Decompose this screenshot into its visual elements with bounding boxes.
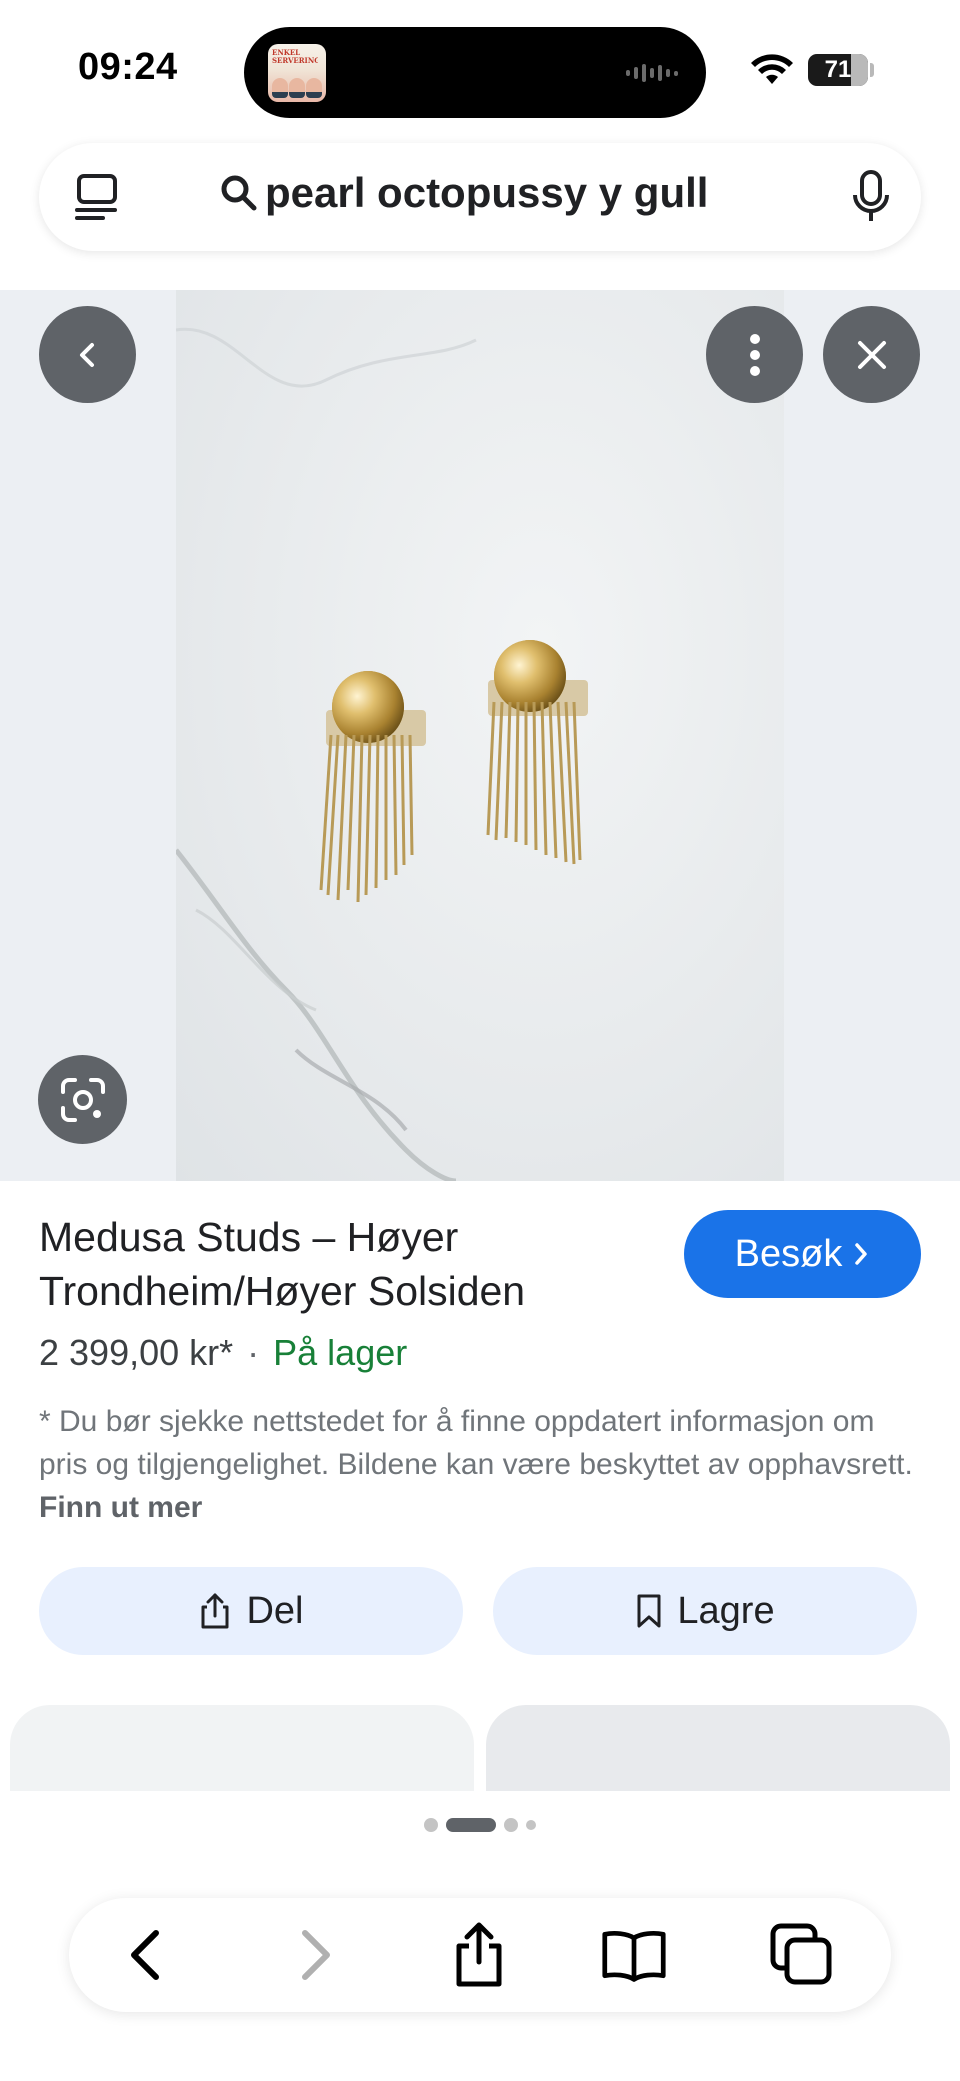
audio-waveform-icon xyxy=(626,63,678,83)
mic-icon[interactable] xyxy=(851,169,891,225)
back-button[interactable] xyxy=(39,306,136,403)
page-dot-active xyxy=(446,1818,496,1832)
tabs-button[interactable] xyxy=(769,1922,835,1988)
stock-status: På lager xyxy=(273,1332,408,1373)
separator-dot: · xyxy=(247,1332,260,1373)
status-time: 09:24 xyxy=(78,46,178,88)
lens-icon xyxy=(60,1077,105,1122)
artwork-person xyxy=(289,78,305,98)
battery-tip xyxy=(870,63,874,77)
search-query-text[interactable]: pearl octopussy y gull xyxy=(265,169,708,217)
share-button[interactable]: Del xyxy=(39,1567,463,1655)
battery-level: 71 xyxy=(824,56,852,83)
related-result-card[interactable] xyxy=(10,1705,474,1791)
back-icon xyxy=(131,1930,159,1980)
page-dot xyxy=(504,1818,518,1832)
chevron-left-icon xyxy=(79,342,94,367)
share-icon xyxy=(456,1922,502,1987)
bookmark-icon xyxy=(637,1594,661,1628)
left-earring xyxy=(319,671,426,903)
chevron-right-icon xyxy=(855,1243,868,1265)
right-earring xyxy=(486,640,588,865)
visit-button-label: Besøk xyxy=(734,1232,843,1275)
visit-button[interactable]: Besøk xyxy=(684,1210,921,1298)
product-image[interactable] xyxy=(176,290,784,1181)
share-label: Del xyxy=(246,1589,304,1632)
svg-text:SERVERING: SERVERING xyxy=(272,56,318,65)
product-photo xyxy=(176,327,588,1181)
battery-icon: 71 xyxy=(808,54,868,86)
forward-icon xyxy=(302,1930,330,1980)
share-icon xyxy=(201,1593,229,1629)
browser-toolbar xyxy=(69,1898,891,2012)
bookmarks-button[interactable] xyxy=(601,1922,667,1988)
image-viewer xyxy=(0,290,960,1181)
more-options-button[interactable] xyxy=(706,306,803,403)
disclaimer: * Du bør sjekke nettstedet for å finne o… xyxy=(39,1400,929,1529)
page-dot xyxy=(424,1818,438,1832)
more-vert-icon xyxy=(749,333,760,376)
save-button[interactable]: Lagre xyxy=(493,1567,917,1655)
now-playing-artwork: ENKEL SERVERING xyxy=(268,44,326,102)
tabs-icon xyxy=(770,1923,832,1985)
back-nav-button[interactable] xyxy=(113,1922,179,1988)
search-bar[interactable]: pearl octopussy y gull xyxy=(39,143,921,251)
price: 2 399,00 kr* xyxy=(39,1332,234,1373)
page-dot xyxy=(526,1820,536,1830)
tabs-icon[interactable] xyxy=(73,172,123,222)
forward-nav-button[interactable] xyxy=(282,1922,348,1988)
share-page-button[interactable] xyxy=(446,1922,512,1988)
bookmarks-icon xyxy=(602,1931,666,1982)
dynamic-island[interactable]: ENKEL SERVERING xyxy=(244,27,706,118)
artwork-person xyxy=(306,78,322,98)
search-icon xyxy=(221,175,257,211)
product-title[interactable]: Medusa Studs – Høyer Trondheim/Høyer Sol… xyxy=(39,1210,649,1318)
search-query[interactable]: pearl octopussy y gull xyxy=(219,169,708,217)
close-button[interactable] xyxy=(823,306,920,403)
close-icon xyxy=(857,340,886,369)
lens-button[interactable] xyxy=(38,1055,127,1144)
page-indicator[interactable] xyxy=(0,1818,960,1832)
save-label: Lagre xyxy=(677,1589,775,1632)
wifi-icon xyxy=(751,54,793,84)
related-result-card[interactable] xyxy=(486,1705,950,1791)
disclaimer-text: * Du bør sjekke nettstedet for å finne o… xyxy=(39,1405,913,1481)
artwork-person xyxy=(272,78,288,98)
price-row: 2 399,00 kr* · På lager xyxy=(39,1332,407,1374)
artwork-logo: ENKEL SERVERING xyxy=(272,48,320,70)
learn-more-link[interactable]: Finn ut mer xyxy=(39,1491,202,1524)
